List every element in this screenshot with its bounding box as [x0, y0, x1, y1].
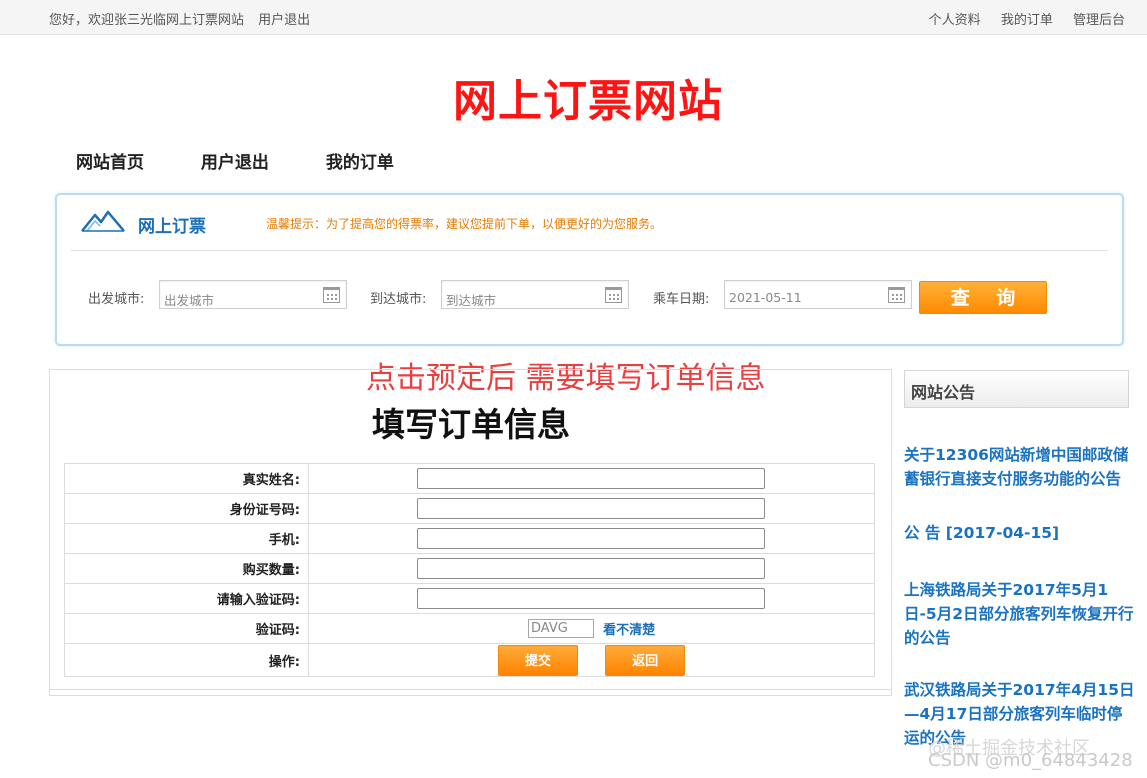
calendar-icon[interactable] — [888, 287, 905, 303]
nav-my-orders[interactable]: 我的订单 — [326, 148, 394, 173]
search-label: 网上订票 — [138, 217, 206, 237]
from-city-label: 出发城市: — [88, 292, 145, 307]
main-nav: 网站首页 用户退出 我的订单 — [76, 148, 445, 173]
greeting-text: 您好，欢迎张三光临网上订票网站 — [49, 13, 245, 28]
real-name-input[interactable] — [417, 468, 765, 489]
nav-logout[interactable]: 用户退出 — [201, 148, 269, 173]
ticket-search-panel: 网上订票 温馨提示：为了提高您的得票率，建议您提前下单，以便更好的为您服务。 出… — [55, 193, 1124, 346]
table-row: 请输入验证码: — [64, 583, 875, 614]
captcha-refresh-link[interactable]: 看不清楚 — [603, 619, 655, 638]
table-row: 真实姓名: — [64, 463, 875, 494]
field-label: 真实姓名: — [64, 463, 309, 494]
calendar-icon[interactable] — [605, 287, 622, 303]
phone-input[interactable] — [417, 528, 765, 549]
table-row: 身份证号码: — [64, 493, 875, 524]
field-label: 请输入验证码: — [64, 583, 309, 614]
field-label: 手机: — [64, 523, 309, 554]
back-button[interactable]: 返回 — [605, 644, 686, 676]
to-city-placeholder: 到达城市 — [446, 293, 497, 308]
query-button[interactable]: 查 询 — [919, 281, 1047, 314]
order-panel: 填写订单信息 真实姓名: 身份证号码: 手机: 购买数量: 请输入验证码: 验证… — [49, 369, 892, 696]
greeting-area: 您好，欢迎张三光临网上订票网站 用户退出 — [49, 9, 310, 28]
order-form-table: 真实姓名: 身份证号码: 手机: 购买数量: 请输入验证码: 验证码: DAVG… — [64, 463, 875, 677]
admin-link[interactable]: 管理后台 — [1073, 13, 1125, 28]
captcha-input[interactable] — [417, 588, 765, 609]
field-label: 验证码: — [64, 613, 309, 644]
mountain-logo-icon — [81, 210, 125, 232]
date-input[interactable]: 2021-05-11 — [724, 280, 912, 309]
search-divider — [71, 250, 1108, 251]
profile-link[interactable]: 个人资料 — [929, 13, 981, 28]
notice-header: 网站公告 — [904, 370, 1129, 408]
to-city-label: 到达城市: — [370, 292, 427, 307]
date-label: 乘车日期: — [653, 292, 710, 307]
to-city-input[interactable]: 到达城市 — [441, 280, 629, 309]
from-city-input[interactable]: 出发城市 — [159, 280, 347, 309]
search-tip: 温馨提示：为了提高您的得票率，建议您提前下单，以便更好的为您服务。 — [266, 217, 663, 231]
from-city-placeholder: 出发城市 — [164, 293, 215, 308]
id-number-input[interactable] — [417, 498, 765, 519]
field-label: 身份证号码: — [64, 493, 309, 524]
notice-item[interactable]: 公 告 [2017-04-15] — [904, 521, 1136, 545]
table-row: 购买数量: — [64, 553, 875, 584]
submit-button[interactable]: 提交 — [498, 644, 578, 676]
watermark-csdn: CSDN @m0_64843428 — [928, 750, 1133, 771]
table-row: 验证码: DAVG 看不清楚 — [64, 613, 875, 644]
captcha-image: DAVG — [528, 619, 594, 638]
table-row: 操作: 提交 返回 — [64, 643, 875, 677]
date-value: 2021-05-11 — [729, 290, 802, 305]
field-label: 购买数量: — [64, 553, 309, 584]
top-logout-link[interactable]: 用户退出 — [258, 13, 310, 28]
quantity-input[interactable] — [417, 558, 765, 579]
order-title: 填写订单信息 — [372, 405, 570, 444]
notice-item[interactable]: 上海铁路局关于2017年5月1日-5月2日部分旅客列车恢复开行的公告 — [904, 578, 1136, 650]
nav-home[interactable]: 网站首页 — [76, 148, 144, 173]
top-links: 个人资料 我的订单 管理后台 — [913, 9, 1125, 28]
search-header: 网上订票 温馨提示：为了提高您的得票率，建议您提前下单，以便更好的为您服务。 — [57, 195, 1122, 253]
panel-divider — [50, 689, 891, 690]
my-orders-link[interactable]: 我的订单 — [1001, 13, 1053, 28]
top-bar: 您好，欢迎张三光临网上订票网站 用户退出 个人资料 我的订单 管理后台 — [0, 0, 1147, 35]
notice-item[interactable]: 关于12306网站新增中国邮政储蓄银行直接支付服务功能的公告 — [904, 443, 1136, 491]
field-label: 操作: — [64, 643, 309, 677]
table-row: 手机: — [64, 523, 875, 554]
calendar-icon[interactable] — [323, 287, 340, 303]
site-title: 网上订票网站 — [453, 76, 723, 127]
